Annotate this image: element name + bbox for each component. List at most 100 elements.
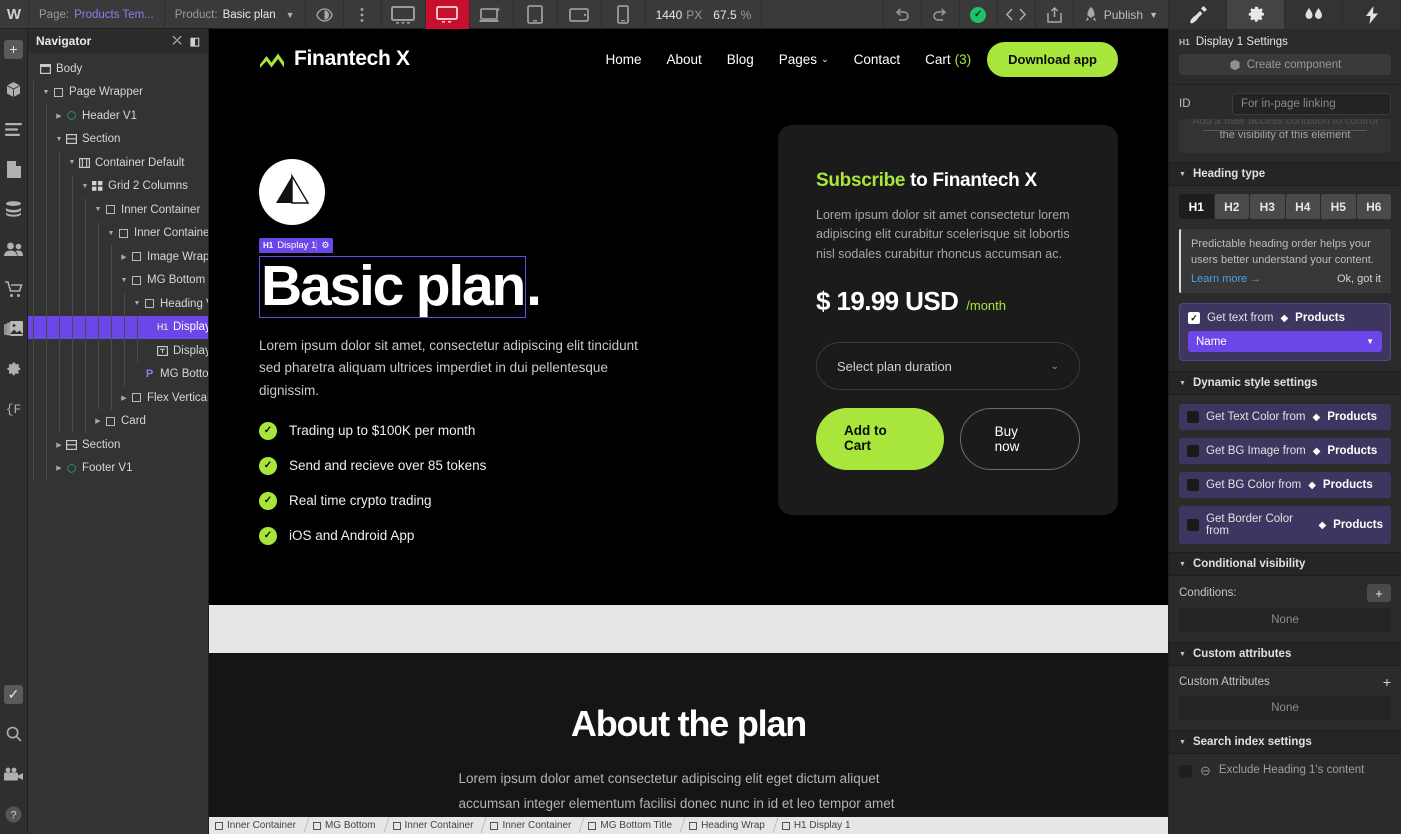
settings-panel-button[interactable]	[1227, 0, 1285, 29]
video-tutorials-button[interactable]	[0, 754, 28, 794]
breakpoint-desktop-large[interactable]	[382, 0, 426, 29]
disclosure-arrow[interactable]: ▼	[93, 206, 103, 213]
variables-button[interactable]: {F	[0, 389, 28, 429]
conditional-visibility-section-header[interactable]: ▼ Conditional visibility	[1169, 552, 1401, 577]
webflow-logo-button[interactable]: W	[0, 0, 29, 29]
navigator-item[interactable]: ▼ MG Bottom	[28, 268, 208, 292]
nav-link-home[interactable]: Home	[605, 52, 641, 67]
viewport-zoom-display[interactable]: 1440 PX 67.5 %	[646, 0, 763, 29]
nav-link-about[interactable]: About	[666, 52, 701, 67]
plan-duration-select[interactable]: Select plan duration ⌄	[816, 342, 1080, 391]
components-button[interactable]	[0, 69, 28, 109]
disclosure-arrow[interactable]: ▶	[93, 417, 103, 425]
style-panel-button[interactable]	[1169, 0, 1227, 29]
share-button[interactable]	[1036, 0, 1074, 29]
breadcrumb-item[interactable]: Heading Wrap	[683, 817, 775, 831]
heading-type-h2[interactable]: H2	[1214, 194, 1249, 219]
undo-button[interactable]	[884, 0, 922, 29]
heading-type-section-header[interactable]: ▼ Heading type	[1169, 162, 1401, 186]
dynamic-style-item[interactable]: Get BG Color from ◆ Products	[1179, 472, 1391, 499]
learn-more-link[interactable]: Learn more →	[1191, 273, 1261, 285]
disclosure-arrow[interactable]: ▶	[54, 112, 64, 120]
selected-heading-box[interactable]: Basic plan	[259, 256, 526, 318]
disclosure-arrow[interactable]: ▼	[41, 89, 51, 96]
disclosure-arrow[interactable]: ▼	[106, 230, 116, 237]
navigator-item[interactable]: ▼ Grid 2 Columns	[28, 174, 208, 198]
dynamic-style-checkbox[interactable]	[1187, 445, 1199, 458]
audit-button[interactable]: ✓	[0, 674, 28, 714]
dismiss-tip-button[interactable]: Ok, got it	[1337, 273, 1381, 285]
navigator-item[interactable]: ▶ ⬡ Footer V1	[28, 456, 208, 480]
preview-eye-button[interactable]	[306, 0, 344, 29]
navigator-item[interactable]: ▼ Section	[28, 127, 208, 151]
nav-link-pages[interactable]: Pages ⌄	[779, 52, 829, 67]
disclosure-arrow[interactable]: ▼	[119, 277, 129, 284]
breakpoint-laptop[interactable]	[470, 0, 514, 29]
breadcrumb-item[interactable]: Inner Container	[387, 817, 484, 831]
navigator-item[interactable]: ▶ Flex Vertical	[28, 386, 208, 410]
disclosure-arrow[interactable]: ▼	[67, 159, 77, 166]
breakpoint-mobile-portrait[interactable]	[602, 0, 646, 29]
navigator-item[interactable]: ▼ Inner Container	[28, 198, 208, 222]
disclosure-arrow[interactable]: ▼	[80, 183, 90, 190]
nav-link-cart[interactable]: Cart (3)	[925, 52, 971, 67]
add-elements-button[interactable]: +	[0, 29, 28, 69]
heading-type-h6[interactable]: H6	[1356, 194, 1391, 219]
ecommerce-button[interactable]	[0, 269, 28, 309]
nav-link-contact[interactable]: Contact	[854, 52, 901, 67]
navigator-button[interactable]	[0, 109, 28, 149]
nav-link-blog[interactable]: Blog	[727, 52, 754, 67]
navigator-item[interactable]: P MG Bottom	[28, 362, 208, 386]
add-condition-button[interactable]: +	[1367, 584, 1391, 603]
breadcrumb-item[interactable]: Inner Container	[484, 817, 581, 831]
dynamic-style-section-header[interactable]: ▼ Dynamic style settings	[1169, 371, 1401, 396]
dynamic-style-item[interactable]: Get Border Color from ◆ Products	[1179, 506, 1391, 545]
download-app-button[interactable]: Download app	[987, 41, 1118, 77]
breakpoint-tablet[interactable]	[514, 0, 558, 29]
disclosure-arrow[interactable]: ▶	[54, 464, 64, 472]
search-button[interactable]	[0, 714, 28, 754]
navigator-item[interactable]: H1 Display	[28, 315, 208, 339]
more-options-button[interactable]	[344, 0, 382, 29]
redo-button[interactable]	[922, 0, 960, 29]
interactions-panel-button[interactable]	[1285, 0, 1343, 29]
custom-attributes-section-header[interactable]: ▼ Custom attributes	[1169, 642, 1401, 667]
dynamic-style-item[interactable]: Get Text Color from ◆ Products	[1179, 404, 1391, 431]
heading-type-h3[interactable]: H3	[1250, 194, 1285, 219]
dynamic-style-checkbox[interactable]	[1187, 479, 1199, 492]
navigator-item[interactable]: ▼ Inner Containe	[28, 221, 208, 245]
collapse-all-icon[interactable]: ⤫	[173, 35, 182, 48]
breakpoint-desktop[interactable]	[425, 0, 470, 29]
pages-button[interactable]	[0, 149, 28, 189]
add-attribute-button[interactable]: +	[1383, 674, 1391, 690]
id-input[interactable]: For in-page linking	[1232, 93, 1391, 115]
breadcrumb-item[interactable]: H1 Display 1	[776, 817, 861, 831]
breadcrumb-item[interactable]: MG Bottom Title	[582, 817, 682, 831]
cms-button[interactable]	[0, 189, 28, 229]
navigator-item[interactable]: ▶ ⬡ Header V1	[28, 104, 208, 128]
heading-type-h5[interactable]: H5	[1321, 194, 1356, 219]
search-index-section-header[interactable]: ▼ Search index settings	[1169, 730, 1401, 755]
navigator-item[interactable]: Display	[28, 339, 208, 363]
disclosure-arrow[interactable]: ▶	[119, 253, 129, 261]
add-to-cart-button[interactable]: Add to Cart	[816, 408, 944, 471]
product-selector[interactable]: Product: Basic plan ▼	[165, 0, 306, 29]
navigator-item[interactable]: ▶ Section	[28, 433, 208, 457]
buy-now-button[interactable]: Buy now	[959, 408, 1080, 471]
create-component-button[interactable]: Create component	[1179, 54, 1391, 75]
design-canvas[interactable]: Finantech X Home About Blog Pages ⌄ Contact Ca…	[209, 29, 1168, 834]
breakpoint-mobile-landscape[interactable]	[558, 0, 602, 29]
navigator-item[interactable]: ▶ Image Wrap	[28, 245, 208, 269]
navigator-item[interactable]: Body	[28, 57, 208, 81]
gear-icon[interactable]: ⚙	[316, 240, 333, 251]
get-text-checkbox[interactable]: ✓	[1188, 312, 1200, 325]
users-button[interactable]	[0, 229, 28, 269]
navigator-item[interactable]: ▶ Card	[28, 409, 208, 433]
disclosure-arrow[interactable]: ▼	[132, 300, 142, 307]
page-selector[interactable]: Page: Products Tem...	[29, 0, 165, 29]
save-status-button[interactable]: ✓	[960, 0, 998, 29]
effects-panel-button[interactable]	[1343, 0, 1401, 29]
navigator-item[interactable]: ▼ Page Wrapper	[28, 80, 208, 104]
navigator-item[interactable]: ▼ Heading V	[28, 292, 208, 316]
disclosure-arrow[interactable]: ▼	[54, 136, 64, 143]
